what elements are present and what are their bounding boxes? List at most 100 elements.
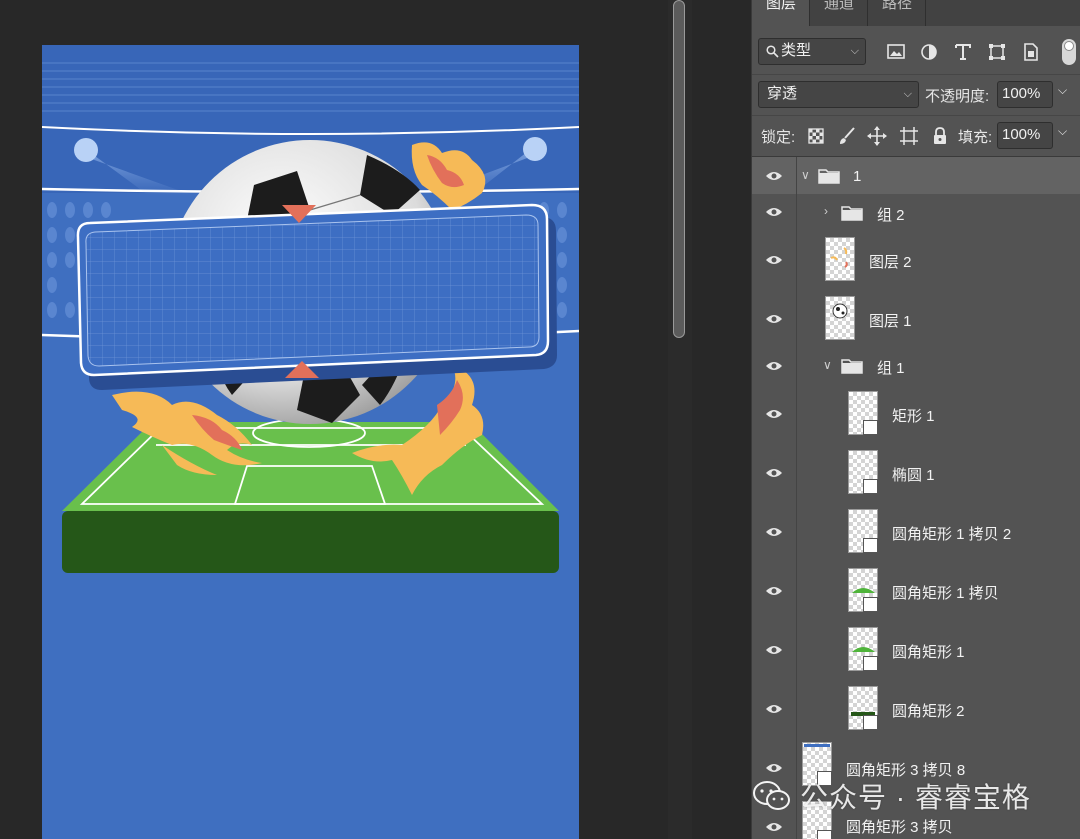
lock-paint-icon[interactable] <box>836 125 858 147</box>
blend-row: 穿透 ⌵ 不透明度: 100% ⌵ <box>752 75 1080 115</box>
scrollbar-thumb[interactable] <box>673 0 685 338</box>
lock-position-icon[interactable] <box>866 125 888 147</box>
chevron-down-icon[interactable]: ∨ <box>823 358 832 372</box>
adjustment-filter-icon[interactable] <box>918 41 940 63</box>
layer-name: 圆角矩形 1 拷贝 <box>892 585 999 602</box>
opacity-dropdown-chevron-icon[interactable]: ⌵ <box>1058 83 1067 98</box>
flame-thumbnail-icon <box>830 247 848 268</box>
layer-name: 1 <box>853 168 862 185</box>
layer-name: 椭圆 1 <box>892 467 935 484</box>
eye-icon[interactable] <box>765 254 783 266</box>
layer-list: ∨ 1 › 组 2 图层 2 图层 1 ∨ 组 1 矩形 1 椭圆 1 圆角矩形… <box>752 157 1080 839</box>
layer-name: 组 1 <box>877 360 905 377</box>
layer-row-shape[interactable]: 椭圆 1 <box>752 443 1080 503</box>
eye-icon[interactable] <box>765 703 783 715</box>
layer-row-shape[interactable]: 矩形 1 <box>752 384 1080 444</box>
fill-label: 填充: <box>958 129 993 146</box>
image-filter-icon[interactable] <box>885 41 907 63</box>
chevron-down-icon[interactable]: ∨ <box>801 168 810 182</box>
layer-thumbnail <box>848 627 878 671</box>
layer-thumbnail <box>848 509 878 553</box>
lock-artboard-icon[interactable] <box>898 125 920 147</box>
eye-icon[interactable] <box>765 360 783 372</box>
visibility-cell[interactable] <box>752 157 797 194</box>
shape-filter-icon[interactable] <box>986 41 1008 63</box>
tab-paths[interactable]: 路径 <box>868 0 926 26</box>
layers-panel: 图层 通道 路径 类型 ⌵ 穿透 ⌵ 不透明度: 100% ⌵ 锁定: 填充: … <box>751 0 1080 839</box>
layer-row-pixel-2[interactable]: 图层 2 <box>752 230 1080 290</box>
layer-row-shape[interactable]: 圆角矩形 1 <box>752 620 1080 680</box>
layer-thumbnail <box>848 450 878 494</box>
eye-icon[interactable] <box>765 313 783 325</box>
shape-layer-badge-icon <box>863 538 878 553</box>
text-filter-icon[interactable] <box>952 41 974 63</box>
visibility-cell[interactable] <box>752 194 797 230</box>
filter-kind-select[interactable]: 类型 ⌵ <box>758 38 866 65</box>
layer-name: 圆角矩形 2 <box>892 703 965 720</box>
visibility-cell[interactable] <box>752 620 797 679</box>
visibility-cell[interactable] <box>752 679 797 738</box>
lock-transparent-icon[interactable] <box>805 125 827 147</box>
visibility-cell[interactable] <box>752 561 797 620</box>
artwork-poster <box>42 45 579 839</box>
soccer-ball-thumbnail-icon <box>832 303 848 319</box>
eye-icon[interactable] <box>765 526 783 538</box>
layer-row-shape[interactable]: 圆角矩形 1 拷贝 <box>752 561 1080 621</box>
folder-icon <box>841 359 863 374</box>
layer-name: 圆角矩形 1 <box>892 644 965 661</box>
visibility-cell[interactable] <box>752 502 797 561</box>
tab-channels[interactable]: 通道 <box>810 0 868 26</box>
wechat-logo-icon <box>753 781 790 810</box>
smart-object-filter-icon[interactable] <box>1020 41 1042 63</box>
chevron-down-icon: ⌵ <box>850 45 859 57</box>
visibility-cell[interactable] <box>752 348 797 384</box>
shape-layer-badge-icon <box>863 597 878 612</box>
tab-layers[interactable]: 图层 <box>752 0 810 26</box>
eye-icon[interactable] <box>765 762 783 774</box>
visibility-cell[interactable] <box>752 230 797 289</box>
layer-row-shape[interactable]: 圆角矩形 2 <box>752 679 1080 739</box>
eye-icon[interactable] <box>765 585 783 597</box>
eye-icon[interactable] <box>765 644 783 656</box>
layer-name: 图层 1 <box>869 313 912 330</box>
layer-thumbnail <box>825 237 855 281</box>
eye-icon[interactable] <box>765 206 783 218</box>
tab-layers-label: 图层 <box>766 0 797 12</box>
visibility-cell[interactable] <box>752 443 797 502</box>
layer-row-group-2[interactable]: › 组 2 <box>752 194 1080 231</box>
document-canvas-area[interactable] <box>0 0 668 839</box>
lock-row: 锁定: 填充: 100% ⌵ <box>752 116 1080 156</box>
eye-icon[interactable] <box>765 467 783 479</box>
eye-icon[interactable] <box>765 408 783 420</box>
opacity-label: 不透明度: <box>925 88 990 105</box>
filter-kind-label: 类型 <box>781 42 812 59</box>
layer-row-group-1-inner[interactable]: ∨ 组 1 <box>752 348 1080 385</box>
visibility-cell[interactable] <box>752 384 797 443</box>
canvas-vertical-scrollbar[interactable] <box>668 0 692 839</box>
opacity-input[interactable]: 100% <box>997 81 1053 108</box>
fill-value: 100% <box>1002 126 1041 143</box>
opacity-value: 100% <box>1002 85 1041 102</box>
toggle-knob <box>1064 41 1074 51</box>
fill-input[interactable]: 100% <box>997 122 1053 149</box>
chevron-down-icon: ⌵ <box>903 88 912 100</box>
visibility-cell[interactable] <box>752 289 797 348</box>
shape-layer-badge-icon <box>863 715 878 730</box>
fill-dropdown-chevron-icon[interactable]: ⌵ <box>1058 124 1067 139</box>
shape-layer-badge-icon <box>863 479 878 494</box>
layer-name: 圆角矩形 3 拷贝 <box>846 819 953 836</box>
folder-icon <box>818 169 840 184</box>
lock-all-icon[interactable] <box>929 125 951 147</box>
search-icon <box>766 45 779 58</box>
filter-toggle-switch[interactable] <box>1062 39 1076 65</box>
layer-row-shape[interactable]: 圆角矩形 1 拷贝 2 <box>752 502 1080 562</box>
layer-name: 圆角矩形 1 拷贝 2 <box>892 526 1012 543</box>
eye-icon[interactable] <box>765 170 783 182</box>
layer-row-group-1[interactable]: ∨ 1 <box>752 157 1080 195</box>
layer-row-pixel-1[interactable]: 图层 1 <box>752 289 1080 349</box>
blend-mode-select[interactable]: 穿透 ⌵ <box>758 81 919 108</box>
chevron-right-icon[interactable]: › <box>824 204 828 218</box>
layer-thumbnail <box>848 391 878 435</box>
eye-icon[interactable] <box>765 821 783 833</box>
layer-thumbnail <box>848 568 878 612</box>
